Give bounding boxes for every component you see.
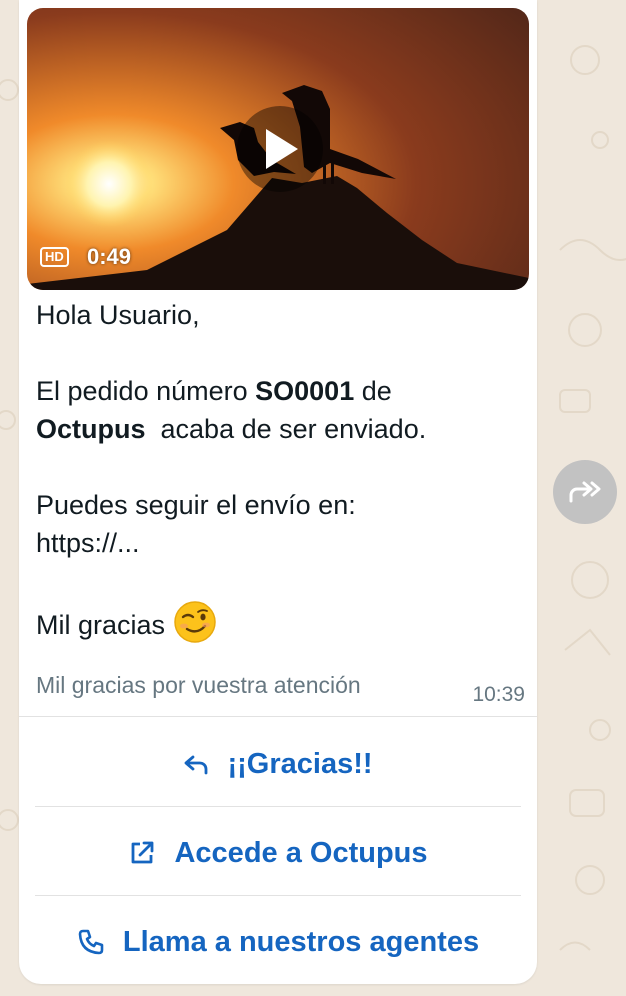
thanks-line: Mil gracias: [36, 600, 516, 654]
order-number: SO0001: [255, 376, 355, 406]
message-bubble: HD 0:49 Hola Usuario, El pedido número S…: [19, 0, 537, 984]
reply-icon: [183, 753, 209, 775]
shipped-text: acaba de ser enviado.: [145, 414, 427, 444]
call-agents-label: Llama a nuestros agentes: [122, 925, 480, 958]
external-link-icon: [128, 839, 156, 867]
call-agents-button[interactable]: Llama a nuestros agentes: [19, 898, 537, 984]
forward-icon: [569, 481, 601, 503]
open-octupus-label: Accede a Octupus: [174, 836, 428, 869]
reply-gracias-label: ¡¡Gracias!!: [227, 747, 373, 780]
order-line-prefix: El pedido número: [36, 376, 256, 406]
hd-badge: HD: [40, 247, 69, 267]
message-timestamp: 10:39: [472, 683, 525, 706]
forward-button[interactable]: [553, 460, 617, 524]
order-line-suffix: de: [354, 376, 392, 406]
divider: [35, 895, 521, 896]
video-thumbnail[interactable]: HD 0:49: [27, 8, 529, 290]
divider: [35, 806, 521, 807]
play-button[interactable]: [237, 106, 323, 192]
order-line: El pedido número SO0001 de Octupus acaba …: [36, 372, 516, 448]
winking-smile-emoji: [173, 600, 217, 654]
reply-gracias-button[interactable]: ¡¡Gracias!!: [19, 720, 537, 808]
phone-icon: [77, 928, 105, 956]
tracking-intro: Puedes seguir el envío en:: [36, 490, 356, 520]
video-duration: 0:49: [87, 244, 132, 269]
greeting-text: Hola Usuario,: [36, 300, 200, 330]
play-icon: [266, 129, 298, 169]
open-octupus-link-button[interactable]: Accede a Octupus: [19, 809, 537, 897]
tracking-link[interactable]: https://...: [36, 524, 516, 562]
message-footer: Mil gracias por vuestra atención: [36, 672, 361, 698]
company-name: Octupus: [36, 414, 146, 444]
thanks-text: Mil gracias: [36, 610, 166, 641]
message-body: Hola Usuario, El pedido número SO0001 de…: [36, 296, 516, 654]
divider: [19, 716, 537, 717]
